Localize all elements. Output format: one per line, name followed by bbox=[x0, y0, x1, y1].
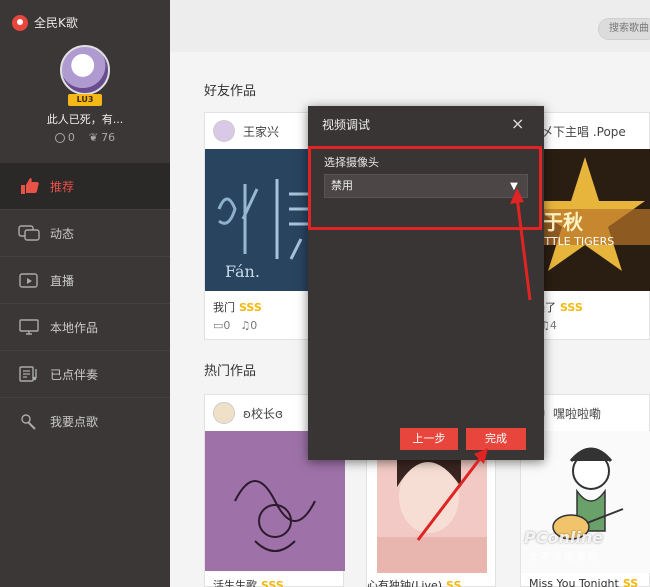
card-username[interactable]: 嘿啦啦嘞 bbox=[553, 405, 601, 422]
chevron-down-icon[interactable]: ▼ bbox=[504, 176, 524, 196]
topbar: 搜索歌曲 bbox=[170, 0, 650, 52]
song-title[interactable]: 心有独钟(Live) SS bbox=[367, 577, 461, 587]
app-logo-icon bbox=[12, 14, 28, 31]
username[interactable]: 此人已死，有... bbox=[0, 111, 170, 127]
microphone-icon bbox=[18, 413, 40, 431]
nav-label: 直播 bbox=[50, 273, 75, 288]
search-input[interactable]: 搜索歌曲 bbox=[598, 18, 650, 40]
card-username[interactable]: 王家兴 bbox=[243, 123, 279, 140]
score-badge: SS bbox=[622, 577, 639, 587]
song-name: 我门 bbox=[213, 301, 235, 314]
user-avatar[interactable] bbox=[60, 45, 110, 95]
camera-select[interactable]: 禁用 bbox=[324, 174, 528, 198]
nav-item-feed[interactable]: 动态 bbox=[0, 210, 170, 257]
camera-label: 选择摄像头 bbox=[324, 156, 379, 169]
nav-label: 推荐 bbox=[50, 179, 75, 194]
sidebar: 全民K歌 LU3 此人已死，有... 0 ❦ 76 推荐 动态 直播 本地作品 … bbox=[0, 0, 170, 587]
card-username[interactable]: 乄下主唱 .Pope bbox=[541, 123, 626, 140]
nav-label: 已点伴奏 bbox=[50, 367, 99, 382]
app-title-text: 全民K歌 bbox=[34, 16, 78, 30]
sidebar-nav: 推荐 动态 直播 本地作品 已点伴奏 我要点歌 bbox=[0, 163, 170, 445]
card-username[interactable]: ʚ校长ɞ bbox=[243, 405, 283, 422]
monitor-icon bbox=[18, 318, 40, 336]
song-title[interactable]: Miss You Tonight SS bbox=[529, 577, 638, 587]
close-icon[interactable]: × bbox=[511, 114, 524, 133]
work-counts: ▭0 ♫0 bbox=[213, 319, 257, 332]
nav-item-local-works[interactable]: 本地作品 bbox=[0, 304, 170, 351]
friends-section-title: 好友作品 bbox=[204, 84, 257, 99]
flower-stat: ❦ 76 bbox=[88, 131, 116, 144]
cover-text: Fán. bbox=[225, 262, 260, 281]
song-name: Miss You Tonight bbox=[529, 577, 619, 587]
song-name: 心有独钟(Live) bbox=[367, 579, 443, 587]
coin-stat: 0 bbox=[54, 131, 75, 144]
watermark-subtitle: 太平洋电脑网 bbox=[528, 552, 600, 563]
song-name: 活生生歌 bbox=[213, 579, 257, 587]
video-settings-dialog: 视频调试 × 选择摄像头 禁用 ▼ 上一步 完成 bbox=[308, 106, 544, 460]
dialog-title: 视频调试 bbox=[322, 118, 371, 132]
live-video-icon bbox=[18, 271, 40, 289]
nav-item-request-song[interactable]: 我要点歌 bbox=[0, 398, 170, 445]
hot-section-title: 热门作品 bbox=[204, 364, 257, 379]
app-title: 全民K歌 bbox=[12, 14, 78, 31]
comment-count: ▭0 bbox=[213, 319, 231, 332]
coin-icon bbox=[54, 132, 65, 143]
headphones-icon: ♫ bbox=[240, 319, 251, 332]
listen-count: ♫0 bbox=[240, 319, 258, 332]
score-badge: SSS bbox=[239, 301, 262, 314]
nav-item-ordered-accompaniment[interactable]: 已点伴奏 bbox=[0, 351, 170, 398]
nav-label: 我要点歌 bbox=[50, 415, 99, 429]
song-title[interactable]: 我门 SSS bbox=[213, 299, 262, 315]
score-badge: SS bbox=[446, 579, 462, 587]
song-title[interactable]: 活生生歌 SSS bbox=[213, 577, 284, 587]
score-badge: SSS bbox=[560, 301, 583, 314]
thumbs-up-icon bbox=[18, 177, 40, 195]
score-badge: SSS bbox=[261, 579, 284, 587]
svg-text:LITTLE TIGERS: LITTLE TIGERS bbox=[535, 235, 614, 248]
avatar[interactable] bbox=[213, 120, 235, 142]
flower-icon: ❦ bbox=[88, 131, 99, 144]
nav-label: 本地作品 bbox=[50, 320, 99, 335]
music-list-icon bbox=[18, 365, 40, 383]
done-button[interactable]: 完成 bbox=[466, 428, 526, 450]
comment-icon: ▭ bbox=[213, 319, 224, 332]
nav-label: 动态 bbox=[50, 226, 75, 241]
nav-item-live[interactable]: 直播 bbox=[0, 257, 170, 304]
level-badge: LU3 bbox=[68, 94, 102, 106]
chat-bubbles-icon bbox=[18, 224, 40, 242]
avatar[interactable] bbox=[213, 402, 235, 424]
nav-item-recommend[interactable]: 推荐 bbox=[0, 163, 170, 210]
previous-step-button[interactable]: 上一步 bbox=[400, 428, 458, 450]
user-stats: 0 ❦ 76 bbox=[0, 131, 170, 144]
watermark-logo: PConline bbox=[524, 528, 604, 547]
